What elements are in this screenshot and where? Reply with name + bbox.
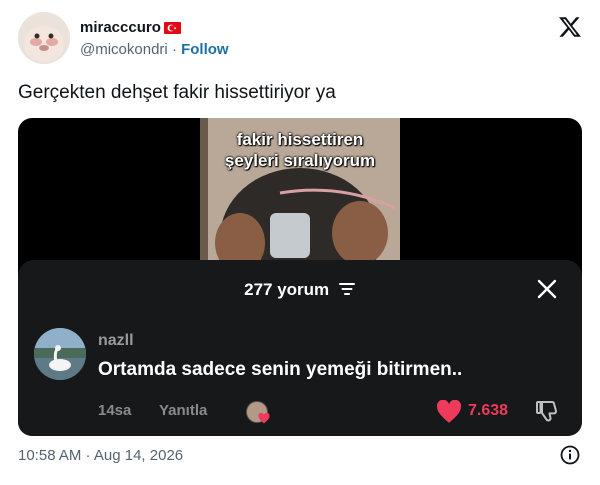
- flag-tr-icon: [163, 21, 181, 34]
- info-icon[interactable]: [560, 445, 580, 470]
- comment-time: 14sa: [98, 402, 132, 419]
- separator-dot: ·: [171, 41, 177, 58]
- filter-icon[interactable]: [338, 281, 356, 301]
- like-count: 7.638: [468, 402, 509, 419]
- x-logo-icon[interactable]: [558, 15, 582, 39]
- comment-count: 277 yorum: [244, 280, 330, 299]
- close-icon[interactable]: [536, 278, 558, 300]
- video-overlay-title: fakir hissettiren şeyleri sıralıyorum: [200, 129, 400, 171]
- comments-sheet: 277 yorum nazll Ortamda sadece senin yem…: [18, 260, 582, 436]
- tweet-timestamp[interactable]: 10:58 AM · Aug 14, 2026: [18, 447, 183, 464]
- author-avatar[interactable]: [18, 12, 70, 64]
- author-name-text[interactable]: miracccuro: [80, 19, 161, 36]
- video-frame[interactable]: fakir hissettiren şeyleri sıralıyorum: [200, 118, 400, 263]
- heart-icon[interactable]: [436, 399, 462, 429]
- commenter-name[interactable]: nazll: [98, 332, 134, 350]
- comment-text: Ortamda sadece senin yemeği bitirmen..: [98, 359, 463, 380]
- follow-button[interactable]: Follow: [181, 41, 229, 58]
- comment-count-row: 277 yorum: [18, 280, 582, 301]
- creator-heart-icon: [258, 411, 270, 429]
- tweet-text: Gerçekten dehşet fakir hissettiriyor ya: [18, 82, 336, 103]
- author-display-name[interactable]: miracccuro: [80, 19, 181, 36]
- tweet-media[interactable]: fakir hissettiren şeyleri sıralıyorum 27…: [18, 118, 582, 436]
- author-handle-row: @micokondri · Follow: [80, 41, 229, 58]
- overlay-line-2: şeyleri sıralıyorum: [224, 151, 376, 170]
- overlay-line-1: fakir hissettiren: [236, 130, 364, 149]
- dislike-icon[interactable]: [535, 398, 561, 429]
- author-handle[interactable]: @micokondri: [80, 41, 168, 58]
- commenter-avatar[interactable]: [34, 328, 86, 380]
- reply-button[interactable]: Yanıtla: [159, 402, 207, 419]
